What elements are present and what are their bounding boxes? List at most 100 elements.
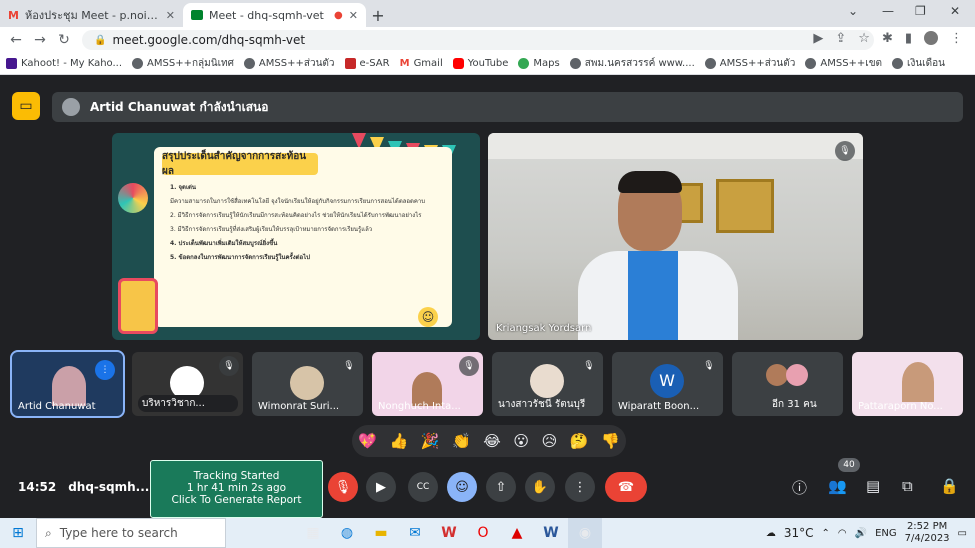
extensions-icon[interactable]: ✱	[882, 31, 893, 46]
search-icon: ⌕	[45, 525, 52, 540]
profile-avatar[interactable]	[924, 31, 938, 45]
tracking-report-button[interactable]: Tracking Started 1 hr 41 min 2s ago Clic…	[150, 460, 323, 518]
word-icon[interactable]: W	[534, 518, 568, 548]
taskbar-search[interactable]: ⌕ Type here to search	[36, 518, 226, 548]
present-button[interactable]: ⇧	[486, 472, 516, 502]
bookmark-kahoot[interactable]: Kahoot! - My Kaho...	[6, 58, 122, 69]
mail-icon[interactable]: ✉	[398, 518, 432, 548]
minimize-button[interactable]: —	[882, 4, 894, 18]
bookmark-amss-area[interactable]: AMSS++เขต	[805, 56, 882, 71]
bookmark-gmail[interactable]: M Gmail	[400, 58, 443, 69]
share-icon[interactable]: ⇪	[835, 31, 846, 46]
participant-tile[interactable]: 🎙 บริหารวิชาก...	[132, 352, 243, 416]
recording-dot-icon: ●	[334, 9, 343, 21]
host-controls-icon[interactable]: 🔒	[940, 477, 959, 495]
new-tab-button[interactable]: +	[366, 3, 390, 27]
bookmark-spm[interactable]: สพม.นครสวรรค์ www....	[569, 56, 695, 71]
opera-icon[interactable]: O	[466, 518, 500, 548]
tray-chevron-icon[interactable]: ⌃	[821, 528, 829, 539]
windows-taskbar: ⊞ ⌕ Type here to search ▦ ◍ ▬ ✉ W O ▲ W …	[0, 518, 975, 548]
bookmark-amss-personal-2[interactable]: AMSS++ส่วนตัว	[704, 56, 795, 71]
surprised-reaction-icon[interactable]: 😮	[513, 432, 529, 450]
captions-button[interactable]: CC	[408, 472, 438, 502]
presentation-icon[interactable]: ▭	[12, 92, 40, 120]
sidepanel-icon[interactable]: ▮	[905, 31, 912, 46]
main-video-tile[interactable]: 🎙 Kriangsak Yordsarn	[488, 133, 863, 340]
tracking-line: 1 hr 41 min 2s ago	[186, 482, 287, 494]
party-reaction-icon[interactable]: 🎉	[421, 432, 440, 450]
file-explorer-icon[interactable]: ▬	[364, 518, 398, 548]
url-field[interactable]: 🔒 meet.google.com/dhq-sqmh-vet	[82, 30, 874, 50]
chrome-icon[interactable]: ◉	[568, 518, 602, 548]
people-icon[interactable]: 👥	[828, 477, 847, 495]
activities-icon[interactable]: ⧉	[902, 477, 913, 495]
tab-gmail[interactable]: M ห้องประชุม Meet - p.noigor@gmai ✕	[0, 3, 183, 27]
mic-off-icon: 🎙	[699, 356, 719, 376]
participant-tile[interactable]: ⋮ Artid Chanuwat	[10, 350, 125, 418]
more-options-button[interactable]: ⋮	[565, 472, 595, 502]
raise-hand-button[interactable]: ✋	[525, 472, 555, 502]
reload-icon[interactable]: ↻	[52, 32, 76, 48]
language-indicator[interactable]: ENG	[875, 528, 897, 539]
mic-toggle-button[interactable]: 🎙	[328, 472, 358, 502]
task-view-icon[interactable]: ▦	[296, 518, 330, 548]
thumbs-up-reaction-icon[interactable]: 👍	[390, 432, 409, 450]
menu-icon[interactable]: ⋮	[950, 31, 963, 46]
sad-reaction-icon[interactable]: 😥	[542, 432, 558, 450]
participant-tile[interactable]: Pattaraporn No...	[852, 352, 963, 416]
wifi-icon[interactable]: ◠	[838, 528, 847, 539]
tab-meet[interactable]: Meet - dhq-sqmh-vet ● ✕	[183, 3, 366, 27]
info-icon[interactable]: ⓘ	[792, 477, 807, 498]
globe-icon	[569, 58, 581, 69]
close-window-button[interactable]: ✕	[950, 4, 960, 18]
thumbs-down-reaction-icon[interactable]: 👎	[601, 432, 620, 450]
star-icon[interactable]: ☆	[858, 31, 870, 46]
taskbar-clock[interactable]: 2:52 PM 7/4/2023	[905, 521, 950, 545]
forward-icon[interactable]: →	[28, 32, 52, 48]
thinking-reaction-icon[interactable]: 🤔	[570, 432, 589, 450]
meeting-code: dhq-sqmh...	[68, 480, 150, 494]
presenting-label: Artid Chanuwat กำลังนำเสนอ	[90, 99, 269, 114]
camera-toggle-button[interactable]: ▶	[366, 472, 396, 502]
participant-name: Nonghuch Inta...	[378, 401, 461, 412]
tab-search-icon[interactable]: ⌄	[848, 4, 858, 18]
clap-reaction-icon[interactable]: 👏	[452, 432, 471, 450]
participant-tile[interactable]: W 🎙 Wiparatt Boon...	[612, 352, 723, 416]
others-tile[interactable]: อีก 31 คน	[732, 352, 843, 416]
acrobat-icon[interactable]: ▲	[500, 518, 534, 548]
edge-icon[interactable]: ◍	[330, 518, 364, 548]
bookmark-salary[interactable]: เงินเดือน	[892, 56, 945, 71]
slide-title: สรุปประเด็นสำคัญจากการสะท้อนผล	[162, 151, 318, 177]
volume-icon[interactable]: 🔊	[855, 528, 867, 539]
back-icon[interactable]: ←	[4, 32, 28, 48]
notifications-icon[interactable]: ▭	[958, 528, 967, 539]
restore-button[interactable]: ❐	[915, 4, 926, 18]
meet-icon	[191, 10, 203, 20]
hand-icon: ✋	[531, 479, 549, 495]
bookmark-amss-group[interactable]: AMSS++กลุ่มนิเทศ	[132, 56, 234, 71]
participant-name: Wimonrat Suri...	[258, 401, 340, 412]
laugh-reaction-icon[interactable]: 😂	[483, 432, 501, 450]
heart-reaction-icon[interactable]: 💖	[358, 432, 377, 450]
bookmark-amss-personal[interactable]: AMSS++ส่วนตัว	[243, 56, 335, 71]
leave-call-button[interactable]: ☎	[605, 472, 647, 502]
chat-icon[interactable]: ▤	[866, 477, 880, 495]
camera-icon[interactable]: ▶	[813, 31, 823, 46]
avatar	[530, 364, 564, 398]
avatar	[766, 364, 788, 386]
bookmark-esar[interactable]: e-SAR	[344, 58, 390, 69]
participant-tile[interactable]: 🎙 Nonghuch Inta...	[372, 352, 483, 416]
close-icon[interactable]: ✕	[166, 9, 175, 22]
slide-line: 2. มีวิธีการจัดการเรียนรู้ให้นักเรียนมีก…	[170, 212, 422, 219]
participant-tile[interactable]: 🎙 นางสาวรัชนี รัตนบุรี	[492, 352, 603, 416]
windows-start-icon[interactable]: ⊞	[0, 518, 36, 548]
wps-icon[interactable]: W	[432, 518, 466, 548]
participant-video	[52, 366, 86, 406]
bookmark-youtube[interactable]: YouTube	[452, 58, 508, 69]
participant-tile[interactable]: 🎙 Wimonrat Suri...	[252, 352, 363, 416]
bookmark-maps[interactable]: Maps	[518, 58, 560, 69]
reactions-button[interactable]: ☺	[447, 472, 477, 502]
close-icon[interactable]: ✕	[349, 9, 358, 22]
shared-screen[interactable]: สรุปประเด็นสำคัญจากการสะท้อนผล 1. จุดเด่…	[112, 133, 480, 340]
url-text: meet.google.com/dhq-sqmh-vet	[112, 33, 306, 47]
